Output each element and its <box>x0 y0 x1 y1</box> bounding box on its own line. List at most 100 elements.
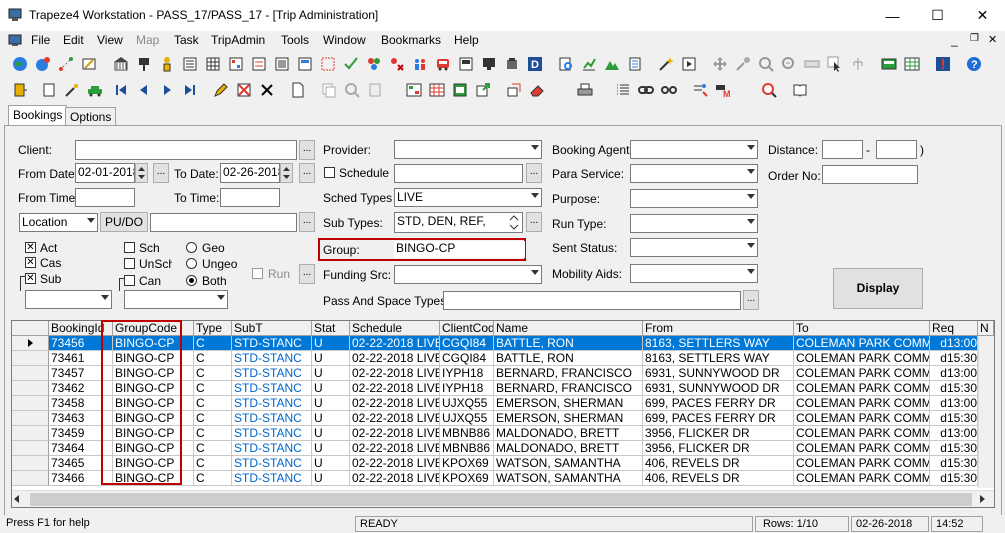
card-icon[interactable] <box>878 53 899 74</box>
copy-disabled-icon[interactable] <box>318 79 339 100</box>
play-doc-icon[interactable] <box>678 53 699 74</box>
minimize-button[interactable]: — <box>870 0 915 31</box>
ungeo-radio[interactable] <box>186 258 197 269</box>
building-icon[interactable] <box>110 53 131 74</box>
mobility-aids-select[interactable] <box>630 264 758 283</box>
menu-tools[interactable]: Tools <box>281 33 309 47</box>
pick-icon[interactable] <box>732 53 753 74</box>
hscroll-thumb[interactable] <box>30 493 972 506</box>
column-header[interactable]: GroupCode <box>113 321 194 336</box>
menu-file[interactable]: File <box>31 33 50 47</box>
from-date-spinner[interactable] <box>135 163 148 183</box>
column-header[interactable]: From <box>643 321 794 336</box>
row-selector[interactable] <box>12 441 49 456</box>
row-selector[interactable] <box>12 471 49 486</box>
provider-select[interactable] <box>394 140 542 159</box>
zoom-in-icon[interactable] <box>755 53 776 74</box>
row-selector[interactable] <box>12 456 49 471</box>
from-date-input[interactable]: 02-01-2018 <box>75 163 135 183</box>
tab-bookings[interactable]: Bookings <box>8 105 68 126</box>
eraser-icon[interactable] <box>526 79 547 100</box>
row-selector[interactable] <box>12 396 49 411</box>
select-region-icon[interactable] <box>317 53 338 74</box>
geo-radio[interactable] <box>186 242 197 253</box>
table-red-icon[interactable] <box>225 53 246 74</box>
column-header[interactable]: Req <box>930 321 978 336</box>
scroll-left-icon[interactable] <box>14 495 19 503</box>
grid-hscrollbar[interactable] <box>12 490 994 507</box>
cas-checkbox[interactable]: ✕ <box>25 257 36 268</box>
dots-icon[interactable] <box>363 53 384 74</box>
alert-icon[interactable] <box>932 53 953 74</box>
checkmark-icon[interactable] <box>340 53 361 74</box>
menu-bookmarks[interactable]: Bookmarks <box>381 33 441 47</box>
find-icon[interactable] <box>758 79 779 100</box>
funding-select[interactable] <box>394 265 542 284</box>
calendar-grid-icon[interactable] <box>426 79 447 100</box>
first-record-icon[interactable] <box>110 79 131 100</box>
row-selector[interactable] <box>12 336 49 351</box>
wand-star-icon[interactable] <box>61 79 82 100</box>
grid-vscrollbar[interactable] <box>978 336 994 488</box>
move-icon[interactable] <box>709 53 730 74</box>
new-document-icon[interactable] <box>287 79 308 100</box>
menu-window[interactable]: Window <box>323 33 366 47</box>
schedule-lookup-button[interactable]: ... <box>526 163 542 183</box>
sch-checkbox[interactable] <box>124 242 135 253</box>
column-header[interactable]: Schedule <box>350 321 440 336</box>
row-selector[interactable] <box>12 366 49 381</box>
list-bullets-icon[interactable] <box>612 79 633 100</box>
help-icon[interactable]: ? <box>963 53 984 74</box>
table-row[interactable]: 73462 BINGO-CP C STD-STANC U 02-22-2018 LIVE I… <box>12 381 994 396</box>
d-icon[interactable]: D <box>524 53 545 74</box>
location-select[interactable]: Location <box>19 213 98 232</box>
link-icon[interactable] <box>635 79 656 100</box>
delete-record-icon[interactable] <box>233 79 254 100</box>
table-row[interactable]: 73465 BINGO-CP C STD-STANC U 02-22-2018 LIVE K… <box>12 456 994 471</box>
document-lines-icon[interactable] <box>271 53 292 74</box>
column-header[interactable]: SubT <box>232 321 312 336</box>
to-date-spinner[interactable] <box>280 163 293 183</box>
pencil-icon[interactable] <box>210 79 231 100</box>
distance-from-input[interactable] <box>822 140 863 159</box>
search-doc-icon[interactable] <box>555 53 576 74</box>
tab-options[interactable]: Options <box>65 107 117 126</box>
bus-icon[interactable] <box>432 53 453 74</box>
chart-icon[interactable] <box>578 53 599 74</box>
transfer-icon[interactable] <box>503 79 524 100</box>
next-record-icon[interactable] <box>156 79 177 100</box>
display-button[interactable]: Display <box>833 268 923 309</box>
column-header[interactable]: Type <box>194 321 232 336</box>
car-icon[interactable] <box>84 79 105 100</box>
search-disabled-icon[interactable] <box>341 79 362 100</box>
table-row[interactable]: 73456 BINGO-CP C STD-STANC U 02-22-2018 LIVE C… <box>12 336 994 351</box>
list-icon[interactable] <box>179 53 200 74</box>
sub-types-lookup-button[interactable]: ... <box>526 212 542 232</box>
client-input[interactable] <box>75 140 297 160</box>
book-icon[interactable] <box>789 79 810 100</box>
measure-icon[interactable] <box>801 53 822 74</box>
can-select[interactable] <box>124 290 228 309</box>
para-service-select[interactable] <box>630 164 758 183</box>
row-selector[interactable] <box>12 426 49 441</box>
pass-space-input[interactable] <box>443 291 741 310</box>
tree-icon[interactable] <box>847 53 868 74</box>
phone-icon[interactable] <box>501 53 522 74</box>
mdi-close-button[interactable]: ✕ <box>988 33 997 46</box>
assign-icon[interactable] <box>689 79 710 100</box>
delete-dots-icon[interactable] <box>386 53 407 74</box>
pass-space-lookup-button[interactable]: ... <box>743 290 759 310</box>
sub-select[interactable] <box>25 290 112 309</box>
column-header[interactable]: Stat <box>312 321 350 336</box>
run-type-select[interactable] <box>630 214 758 233</box>
purpose-select[interactable] <box>630 189 758 208</box>
sub-types-scroll-icon[interactable] <box>508 214 520 234</box>
last-record-icon[interactable] <box>179 79 200 100</box>
to-date-input[interactable]: 02-26-2018 <box>220 163 280 183</box>
grid-icon[interactable] <box>202 53 223 74</box>
from-time-input[interactable] <box>75 188 135 207</box>
export-icon[interactable] <box>472 79 493 100</box>
close-button[interactable]: ✕ <box>960 0 1005 31</box>
select-arrow-icon[interactable] <box>824 53 845 74</box>
can-checkbox[interactable] <box>124 275 135 286</box>
